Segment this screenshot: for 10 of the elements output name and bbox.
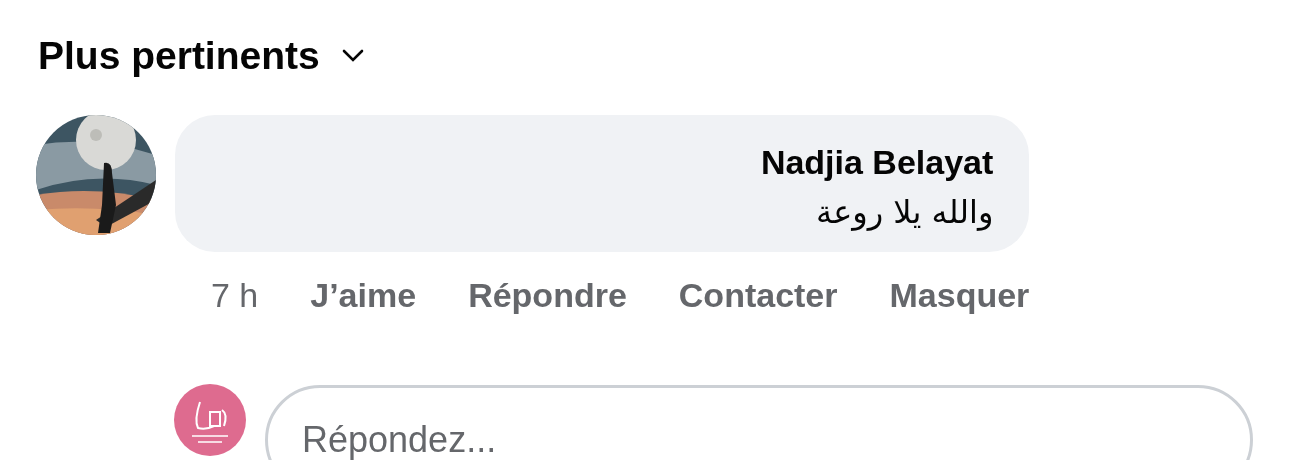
reply-field[interactable]: Répondez...: [265, 384, 1253, 460]
chevron-down-icon[interactable]: [341, 48, 364, 63]
comment-text: والله يلا روعة: [816, 191, 994, 232]
sort-label[interactable]: Plus pertinents: [38, 36, 320, 75]
action-link[interactable]: J’aime: [310, 269, 417, 321]
comment-time: 7 h: [211, 274, 259, 316]
action-link[interactable]: Répondre: [468, 269, 627, 321]
action-link[interactable]: Contacter: [678, 269, 838, 321]
comment-author[interactable]: Nadjia Belayat: [760, 141, 994, 184]
action-link[interactable]: Masquer: [889, 269, 1030, 321]
